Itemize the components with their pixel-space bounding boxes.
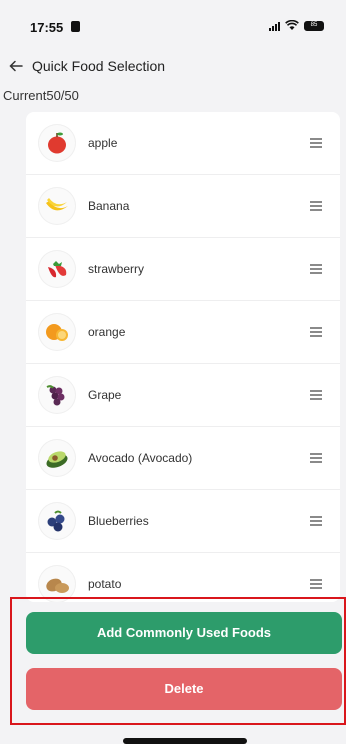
selection-counter: Current50/50 [3,88,79,103]
drag-handle-icon[interactable] [310,264,322,274]
food-name: Grape [88,388,122,402]
food-name: Avocado (Avocado) [88,451,193,465]
add-common-foods-button[interactable]: Add Commonly Used Foods [26,612,342,654]
list-item[interactable]: Banana [26,175,340,238]
strawberry-icon [38,250,76,288]
drag-handle-icon[interactable] [310,327,322,337]
banana-icon [38,187,76,225]
food-name: apple [88,136,118,150]
list-item[interactable]: Avocado (Avocado) [26,427,340,490]
food-name: strawberry [88,262,145,276]
drag-handle-icon[interactable] [310,390,322,400]
status-icons: 85 [269,20,324,31]
list-item[interactable]: orange [26,301,340,364]
list-item[interactable]: apple [26,112,340,175]
status-bar: 17:55 85 [0,0,346,52]
delete-button[interactable]: Delete [26,668,342,710]
drag-handle-icon[interactable] [310,579,322,589]
food-name: Blueberries [88,514,149,528]
sim-icon [71,21,80,32]
avocado-icon [38,439,76,477]
drag-handle-icon[interactable] [310,201,322,211]
home-indicator [123,738,247,744]
apple-icon [38,124,76,162]
list-item[interactable]: potato [26,553,340,602]
drag-handle-icon[interactable] [310,138,322,148]
drag-handle-icon[interactable] [310,453,322,463]
signal-icon [269,21,280,31]
food-list: apple Banana strawberry orange Grape Avo… [26,112,340,602]
action-area: Add Commonly Used Foods Delete [10,597,346,725]
orange-icon [38,313,76,351]
page-title: Quick Food Selection [32,58,166,74]
drag-handle-icon[interactable] [310,516,322,526]
grape-icon [38,376,76,414]
list-item[interactable]: Grape [26,364,340,427]
back-arrow-icon[interactable] [8,58,24,74]
wifi-icon [285,20,299,30]
status-time: 17:55 [30,20,64,35]
list-item[interactable]: strawberry [26,238,340,301]
header: Quick Food Selection [0,54,346,82]
food-name: potato [88,577,122,591]
food-name: orange [88,325,126,339]
battery-icon: 85 [304,20,324,31]
food-name: Banana [88,199,130,213]
list-item[interactable]: Blueberries [26,490,340,553]
blueberries-icon [38,502,76,540]
